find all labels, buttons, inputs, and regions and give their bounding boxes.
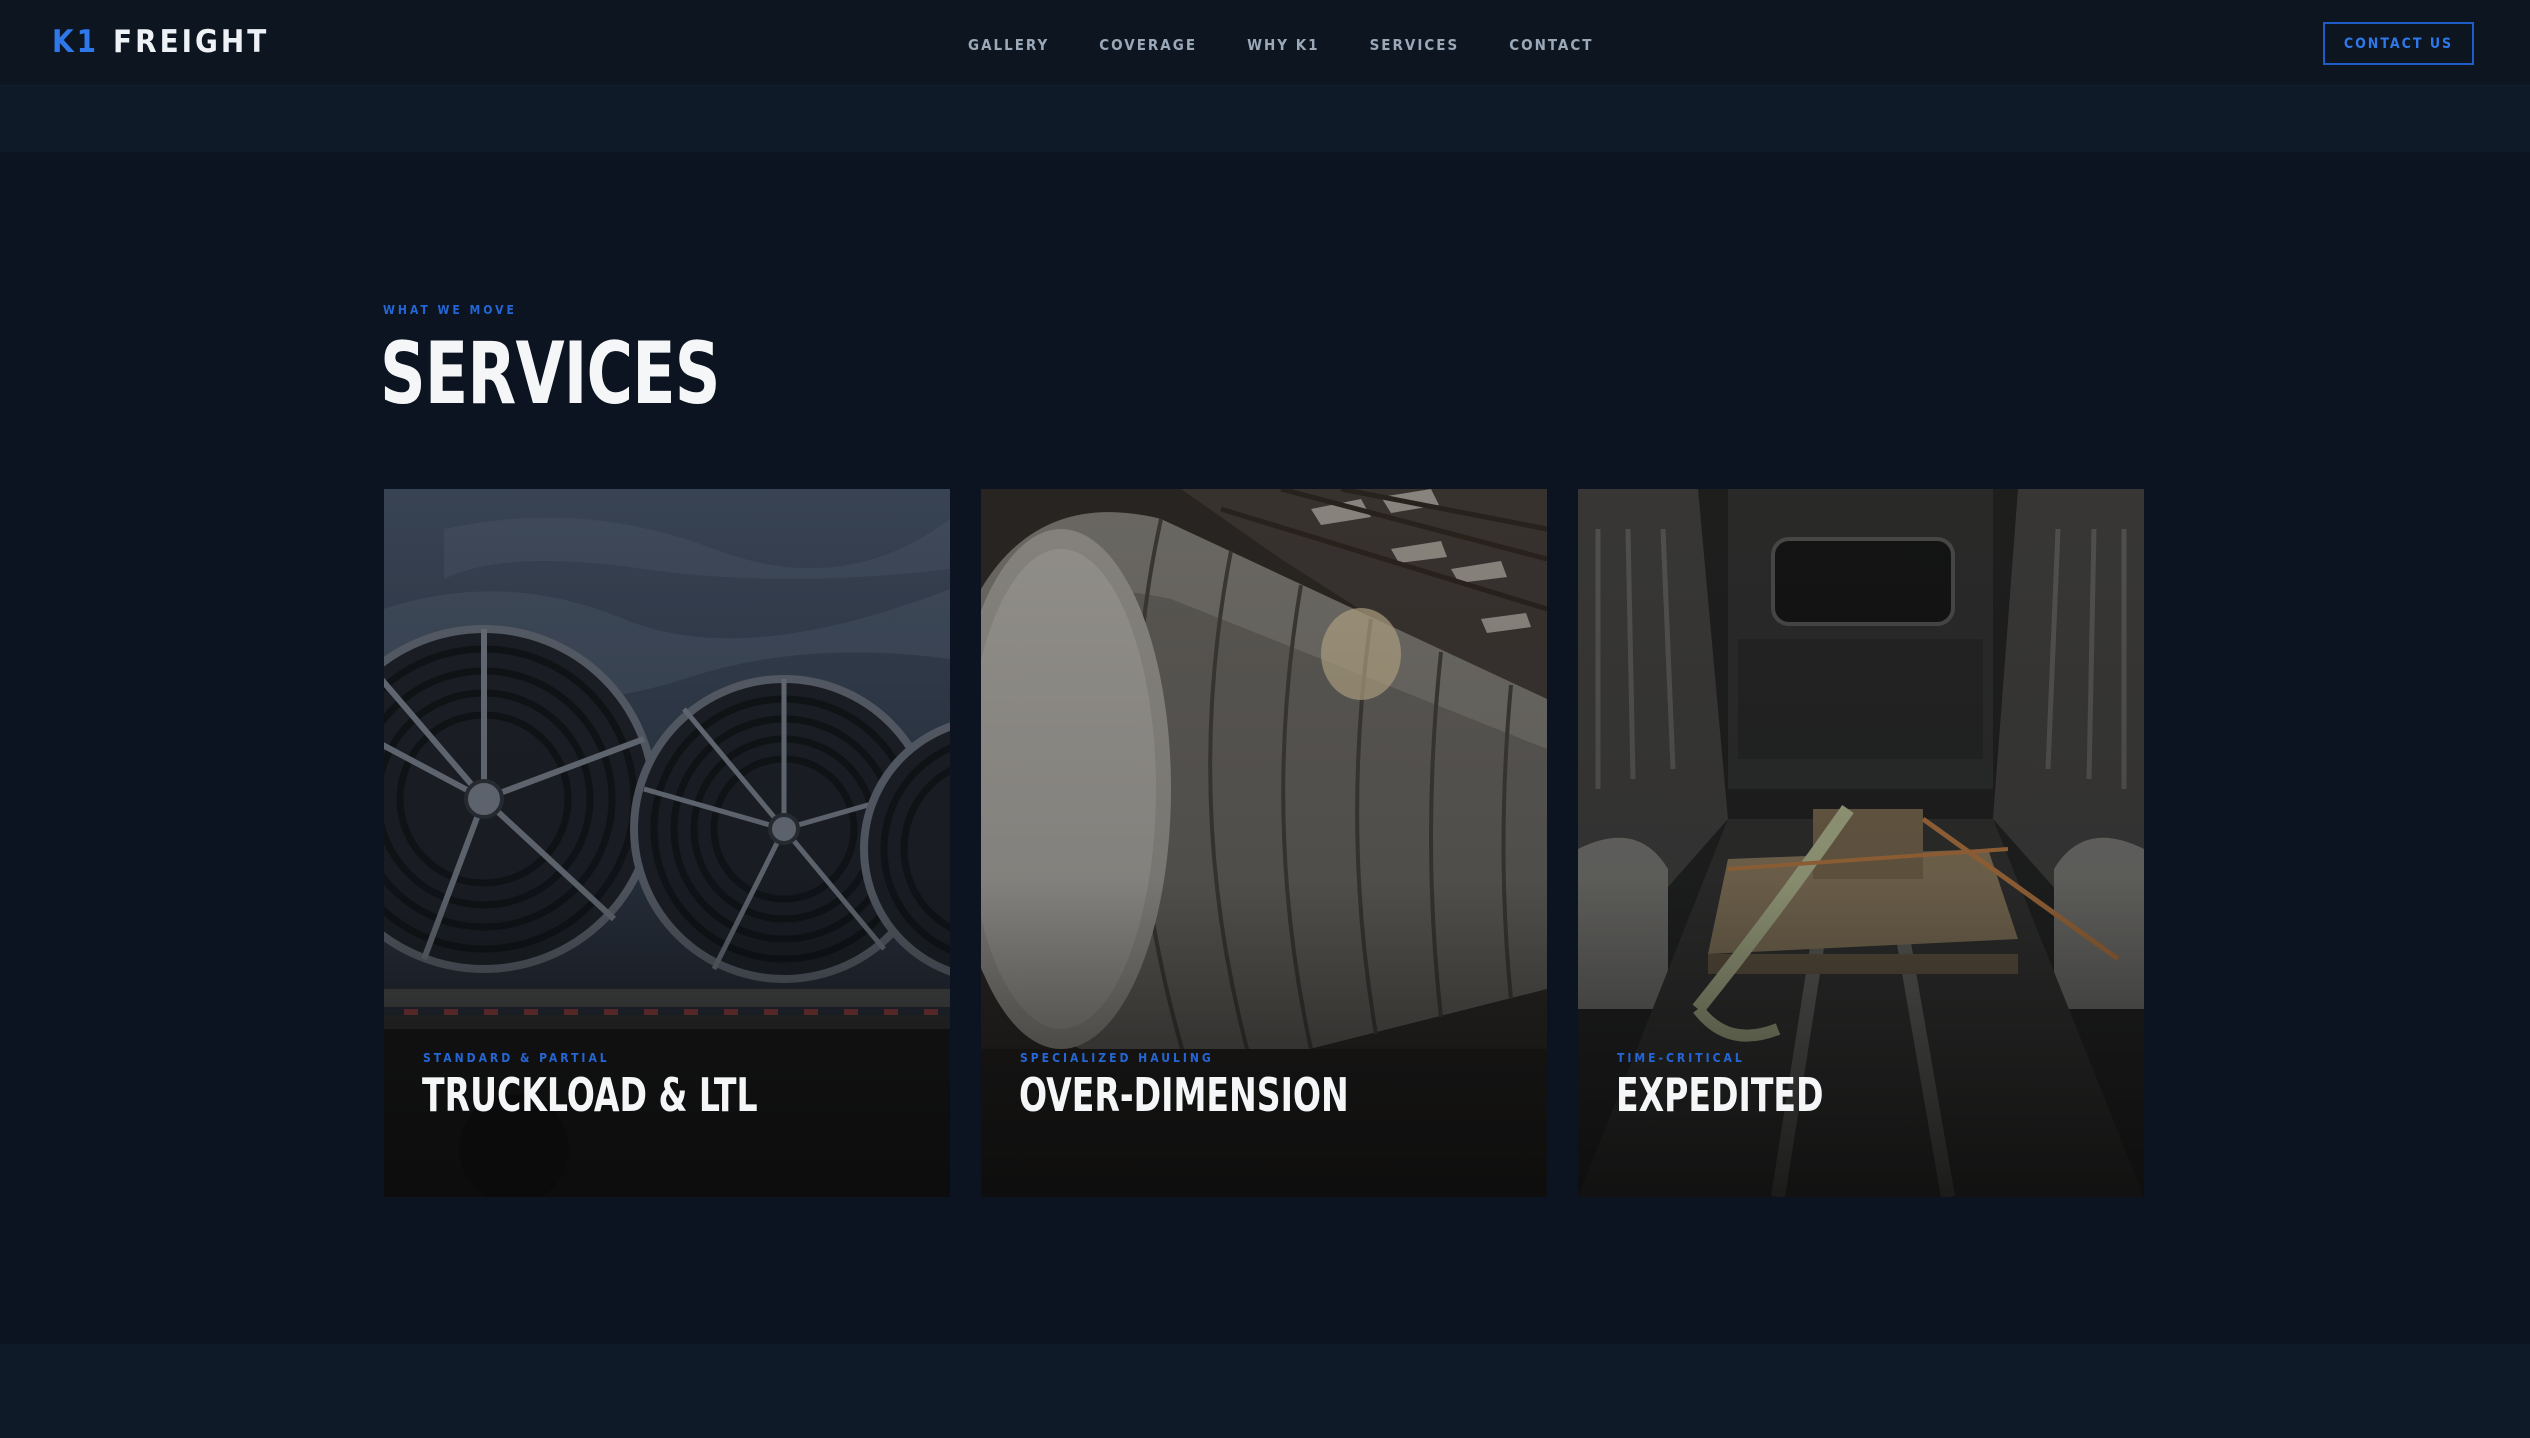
card-title: EXPEDITED	[1616, 1068, 1824, 1122]
bottom-band	[0, 1344, 2530, 1438]
service-card-over-dimension[interactable]: SPECIALIZED HAULING OVER-DIMENSION	[981, 489, 1547, 1197]
service-card-truckload[interactable]: STANDARD & PARTIAL TRUCKLOAD & LTL	[384, 489, 950, 1197]
brand-name: FREIGHT	[113, 24, 270, 60]
service-cards: STANDARD & PARTIAL TRUCKLOAD & LTL SPECI…	[384, 489, 2144, 1197]
section-title: SERVICES	[380, 324, 720, 424]
card-tag: SPECIALIZED HAULING	[1020, 1051, 1214, 1065]
top-band	[0, 86, 2530, 152]
top-navigation: K1 FREIGHT GALLERY COVERAGE WHY K1 SERVI…	[0, 0, 2530, 86]
section-eyebrow: WHAT WE MOVE	[383, 303, 517, 317]
nav-link-services[interactable]: SERVICES	[1370, 30, 1460, 60]
card-title: TRUCKLOAD & LTL	[422, 1068, 758, 1122]
nav-link-gallery[interactable]: GALLERY	[968, 30, 1049, 60]
nav-link-contact[interactable]: CONTACT	[1509, 30, 1593, 60]
card-tag: STANDARD & PARTIAL	[423, 1051, 610, 1065]
page: K1 FREIGHT GALLERY COVERAGE WHY K1 SERVI…	[0, 0, 2530, 1438]
nav-link-why-k1[interactable]: WHY K1	[1247, 30, 1320, 60]
brand-logo[interactable]: K1 FREIGHT	[52, 20, 269, 64]
service-card-expedited[interactable]: TIME-CRITICAL EXPEDITED	[1578, 489, 2144, 1197]
card-tag: TIME-CRITICAL	[1617, 1051, 1745, 1065]
card-title: OVER-DIMENSION	[1019, 1068, 1349, 1122]
contact-us-button[interactable]: CONTACT US	[2323, 22, 2474, 65]
brand-prefix: K1	[52, 24, 100, 60]
main-menu: GALLERY COVERAGE WHY K1 SERVICES CONTACT	[968, 30, 1643, 60]
nav-link-coverage[interactable]: COVERAGE	[1099, 30, 1197, 60]
